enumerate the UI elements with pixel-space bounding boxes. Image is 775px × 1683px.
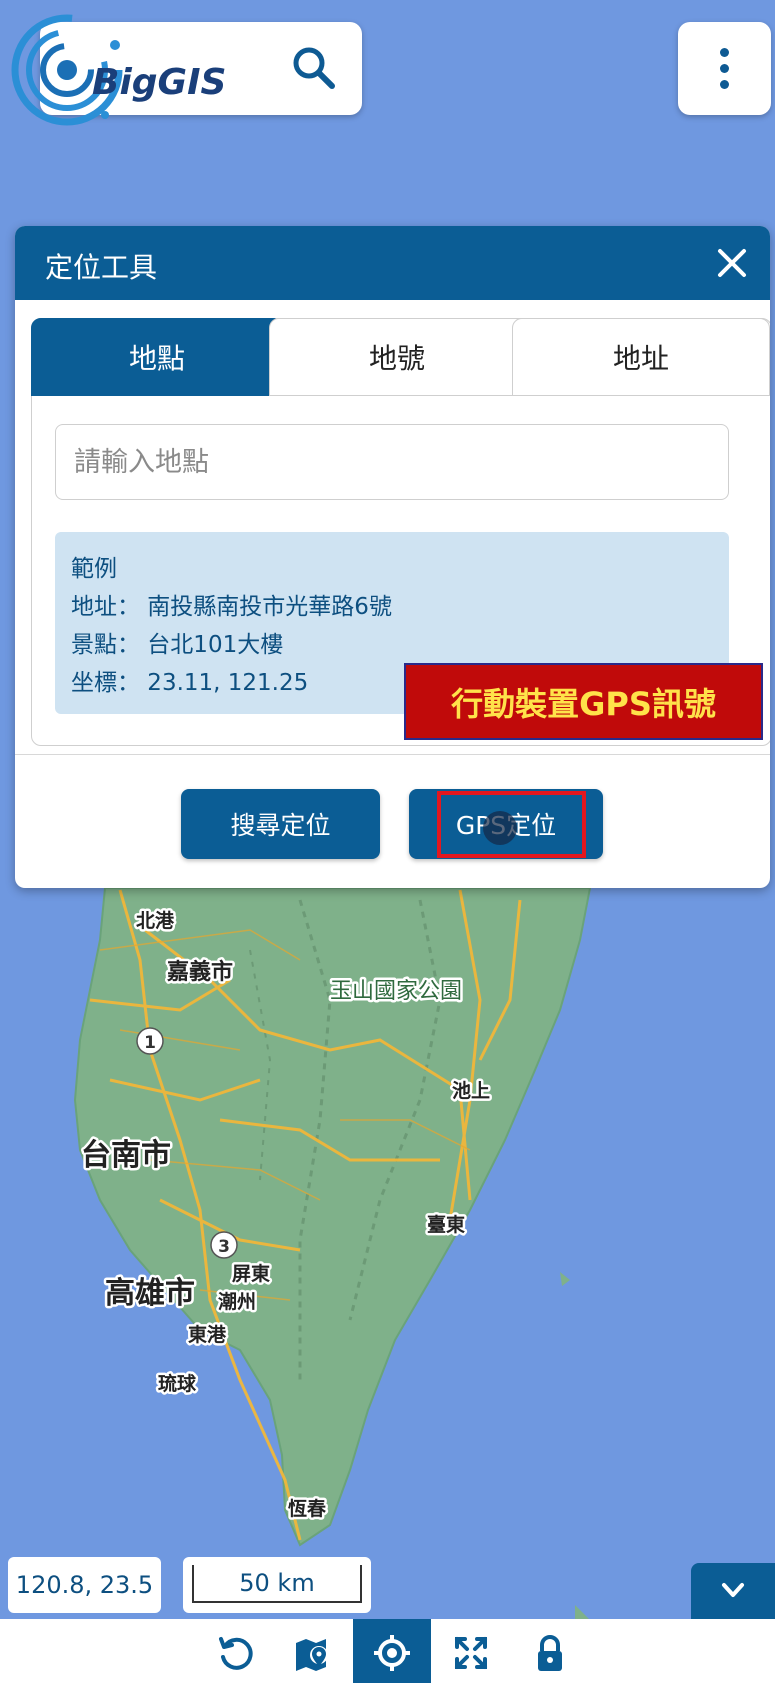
panel-header: 定位工具 — [15, 226, 770, 300]
map-label: 臺東 — [427, 1213, 465, 1236]
map-label: 嘉義市 — [167, 959, 233, 985]
map-label: 琉球 — [158, 1372, 197, 1395]
scale-box: 50 km — [183, 1557, 371, 1613]
panel-title: 定位工具 — [45, 251, 158, 284]
lock-button[interactable] — [511, 1619, 589, 1683]
more-vertical-icon-dot — [720, 64, 729, 73]
brand-name: BigGIS — [92, 62, 227, 103]
map-label: 玉山國家公園 — [330, 979, 462, 1004]
coordinate-readout: 120.8, 23.5 — [8, 1557, 161, 1613]
map-label: 東港 — [188, 1323, 227, 1346]
annotation-callout: 行動裝置GPS訊號 — [404, 663, 763, 740]
place-search-input[interactable] — [55, 424, 729, 500]
tab-land-number[interactable]: 地號 — [269, 318, 525, 396]
reset-icon — [219, 1637, 253, 1670]
shield-label: 3 — [218, 1237, 230, 1257]
fullscreen-button[interactable] — [432, 1619, 510, 1683]
map-label: 恆春 — [288, 1497, 326, 1520]
tab-address[interactable]: 地址 — [512, 318, 770, 396]
annotation-highlight-box — [437, 791, 586, 858]
search-icon[interactable] — [290, 44, 336, 90]
search-locate-button[interactable]: 搜尋定位 — [181, 789, 380, 859]
example-heading: 範例 — [71, 556, 117, 582]
divider — [15, 754, 770, 755]
locate-crosshair-icon — [374, 1635, 410, 1671]
bottom-toolbar — [0, 1619, 775, 1683]
map-label: 北港 — [136, 910, 175, 932]
map-marker-icon — [296, 1639, 328, 1671]
locate-tool-button[interactable] — [353, 1619, 431, 1683]
scale-bar: 50 km — [192, 1565, 362, 1603]
more-vertical-icon-dot — [720, 80, 729, 89]
tab-place[interactable]: 地點 — [31, 318, 283, 396]
example-line: 地址： 南投縣南投市光華路6號 — [71, 594, 392, 620]
collapse-toolbar-button[interactable] — [691, 1563, 775, 1619]
fullscreen-icon — [455, 1637, 487, 1669]
map-label: 潮州 — [218, 1291, 256, 1313]
locate-tool-panel: 定位工具 地點 地號 地址 範例 地址： 南投縣南投市光華路6號 景點： 台北1… — [15, 226, 770, 888]
map-label: 台南市 — [81, 1138, 171, 1173]
more-menu-button[interactable] — [678, 22, 771, 115]
reset-view-button[interactable] — [196, 1619, 274, 1683]
map-marker-button[interactable] — [274, 1619, 352, 1683]
map-label: 屏東 — [232, 1262, 270, 1285]
map-label: 高雄市 — [105, 1276, 195, 1311]
more-vertical-icon — [720, 48, 729, 57]
lock-icon — [538, 1635, 562, 1671]
example-line: 景點： 台北101大樓 — [71, 632, 284, 658]
shield-label: 1 — [144, 1033, 156, 1053]
close-icon[interactable] — [715, 246, 749, 280]
map-label: 池上 — [452, 1079, 490, 1102]
chevron-down-icon — [722, 1583, 744, 1597]
